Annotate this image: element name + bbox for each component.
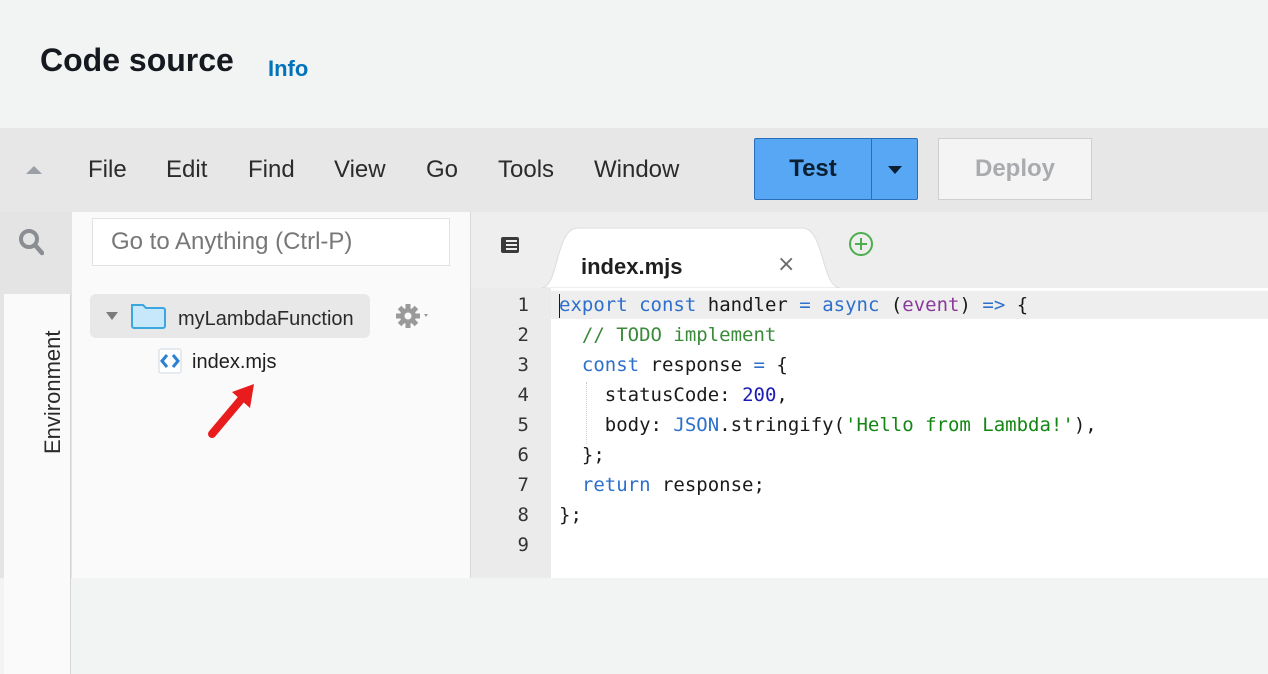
- line-number: 5: [517, 414, 529, 436]
- test-button[interactable]: Test: [755, 139, 871, 199]
- menu-view[interactable]: View: [334, 156, 386, 184]
- line-number: 2: [517, 324, 529, 346]
- go-to-anything-input[interactable]: [92, 218, 450, 266]
- file-label: index.mjs: [192, 351, 277, 373]
- code-line-8[interactable]: };: [559, 504, 582, 526]
- code-line-7[interactable]: return response;: [559, 474, 765, 496]
- code-line-6[interactable]: };: [559, 444, 605, 466]
- line-number: 8: [517, 504, 529, 526]
- file-explorer: myLambdaFunction ind: [72, 212, 471, 578]
- menu-window[interactable]: Window: [594, 156, 679, 184]
- line-number-gutter: 1 2 3 4 5 6 7 8 9: [471, 288, 551, 578]
- menu-find[interactable]: Find: [248, 156, 295, 184]
- search-icon[interactable]: [18, 228, 44, 256]
- file-row[interactable]: index.mjs: [158, 348, 338, 378]
- folder-row[interactable]: myLambdaFunction: [90, 294, 370, 338]
- folder-icon: [131, 304, 166, 329]
- gear-icon[interactable]: [396, 304, 432, 330]
- tab-label: index.mjs: [581, 254, 683, 279]
- lambda-code-source: Code source Info File Edit Find View Go …: [0, 0, 1268, 674]
- toggle-tree-icon[interactable]: [499, 234, 521, 256]
- test-dropdown-button[interactable]: [872, 139, 917, 199]
- line-number: 1: [517, 294, 529, 316]
- test-button-group: Test: [754, 138, 918, 200]
- add-tab-icon[interactable]: [847, 230, 875, 258]
- code-file-icon: [158, 348, 182, 374]
- close-tab-icon[interactable]: ×: [777, 252, 795, 277]
- code-line-5[interactable]: body: JSON.stringify('Hello from Lambda!…: [559, 414, 1097, 436]
- expand-arrow-icon[interactable]: [106, 312, 118, 320]
- editor-tab-bar: index.mjs ×: [471, 212, 1268, 288]
- annotation-arrow-icon: [208, 384, 254, 438]
- menu-edit[interactable]: Edit: [166, 156, 207, 184]
- code-editor: index.mjs × 1 2 3 4 5 6 7 8 9 export con…: [471, 212, 1268, 578]
- tab-index-mjs[interactable]: index.mjs ×: [541, 226, 841, 288]
- menu-go[interactable]: Go: [426, 156, 458, 184]
- deploy-button[interactable]: Deploy: [938, 138, 1092, 200]
- line-number: 7: [517, 474, 529, 496]
- environment-tab-label: Environment: [40, 330, 65, 454]
- left-rail: Environment: [0, 212, 72, 674]
- info-link[interactable]: Info: [268, 56, 308, 82]
- code-line-4[interactable]: statusCode: 200,: [559, 384, 788, 406]
- line-number: 9: [517, 534, 529, 556]
- header: Code source Info: [0, 0, 1268, 128]
- line-number: 4: [517, 384, 529, 406]
- folder-label: myLambdaFunction: [178, 308, 354, 330]
- caret-down-icon: [888, 166, 902, 174]
- line-number: 3: [517, 354, 529, 376]
- menu-file[interactable]: File: [88, 156, 127, 184]
- code-line-1[interactable]: export const handler = async (event) => …: [559, 294, 1028, 316]
- code-line-3[interactable]: const response = {: [559, 354, 788, 376]
- line-number: 6: [517, 444, 529, 466]
- code-line-2[interactable]: // TODO implement: [559, 324, 776, 346]
- environment-tab[interactable]: Environment: [4, 294, 71, 674]
- page-title: Code source: [40, 42, 234, 78]
- collapse-toolbar-icon[interactable]: [26, 166, 42, 174]
- menu-tools[interactable]: Tools: [498, 156, 554, 184]
- menu-bar: File Edit Find View Go Tools Window Test…: [0, 128, 1268, 212]
